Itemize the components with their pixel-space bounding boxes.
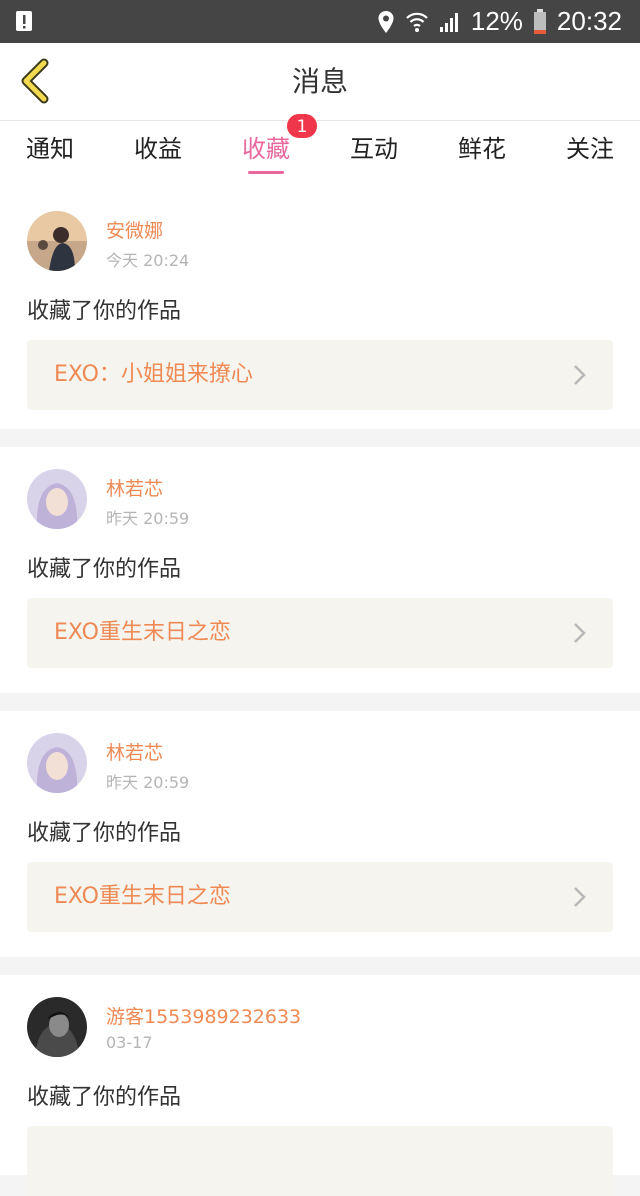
tab-label: 鲜花 [458, 135, 506, 163]
tab-label: 收益 [134, 135, 182, 163]
message-list: 安微娜 今天 20:24 收藏了你的作品 EXO：小姐姐来撩心 林若芯 昨天 2… [0, 189, 640, 1196]
work-title: EXO重生末日之恋 [54, 884, 231, 909]
avatar[interactable] [27, 997, 87, 1057]
avatar[interactable] [27, 733, 87, 793]
tab-interactions[interactable]: 互动 [320, 121, 428, 189]
tab-earnings[interactable]: 收益 [104, 121, 212, 189]
tab-favorites[interactable]: 收藏 1 [212, 113, 320, 189]
active-tab-indicator [248, 171, 284, 174]
battery-icon [533, 8, 546, 34]
message-card: 林若芯 昨天 20:59 收藏了你的作品 EXO重生末日之恋 [0, 711, 640, 957]
action-text: 收藏了你的作品 [27, 557, 182, 582]
username[interactable]: 安微娜 [106, 216, 163, 243]
chevron-right-icon [574, 887, 586, 907]
work-link[interactable]: EXO重生末日之恋 [27, 862, 613, 932]
action-text: 收藏了你的作品 [27, 1085, 182, 1110]
action-text: 收藏了你的作品 [27, 299, 182, 324]
message-card: 游客1553989232633 03-17 收藏了你的作品 [0, 975, 640, 1196]
alert-icon [16, 11, 32, 31]
tab-flowers[interactable]: 鲜花 [428, 121, 536, 189]
timestamp: 今天 20:24 [106, 251, 190, 270]
message-card: 林若芯 昨天 20:59 收藏了你的作品 EXO重生末日之恋 [0, 447, 640, 693]
avatar[interactable] [27, 211, 87, 271]
work-link[interactable] [27, 1126, 613, 1196]
avatar[interactable] [27, 469, 87, 529]
message-card: 安微娜 今天 20:24 收藏了你的作品 EXO：小姐姐来撩心 [0, 189, 640, 429]
work-title: EXO：小姐姐来撩心 [54, 362, 253, 387]
username[interactable]: 林若芯 [106, 738, 163, 765]
tab-label: 关注 [566, 135, 614, 163]
header: 消息 [0, 43, 640, 121]
wifi-icon [406, 12, 428, 32]
action-text: 收藏了你的作品 [27, 821, 182, 846]
timestamp: 昨天 20:59 [106, 773, 190, 792]
tab-label: 收藏 [242, 135, 290, 163]
username[interactable]: 游客1553989232633 [106, 1002, 301, 1029]
work-link[interactable]: EXO：小姐姐来撩心 [27, 340, 613, 410]
chevron-right-icon [574, 365, 586, 385]
work-title: EXO重生末日之恋 [54, 620, 231, 645]
tab-following[interactable]: 关注 [536, 121, 640, 189]
tab-notifications[interactable]: 通知 [0, 121, 104, 189]
chevron-right-icon [574, 623, 586, 643]
timestamp: 昨天 20:59 [106, 509, 190, 528]
battery-percent: 12% [470, 6, 523, 36]
username[interactable]: 林若芯 [106, 474, 163, 501]
signal-icon [439, 12, 458, 32]
tab-label: 通知 [26, 135, 74, 163]
timestamp: 03-17 [106, 1033, 153, 1052]
work-link[interactable]: EXO重生末日之恋 [27, 598, 613, 668]
location-icon [378, 10, 394, 33]
tab-bar: 通知 收益 收藏 1 互动 鲜花 关注 [0, 113, 640, 189]
status-bar: 12% 20:32 [0, 0, 640, 43]
back-button[interactable] [14, 55, 58, 107]
clock: 20:32 [556, 6, 622, 36]
tab-label: 互动 [350, 135, 398, 163]
page-title: 消息 [291, 65, 348, 98]
unread-badge: 1 [286, 113, 318, 139]
